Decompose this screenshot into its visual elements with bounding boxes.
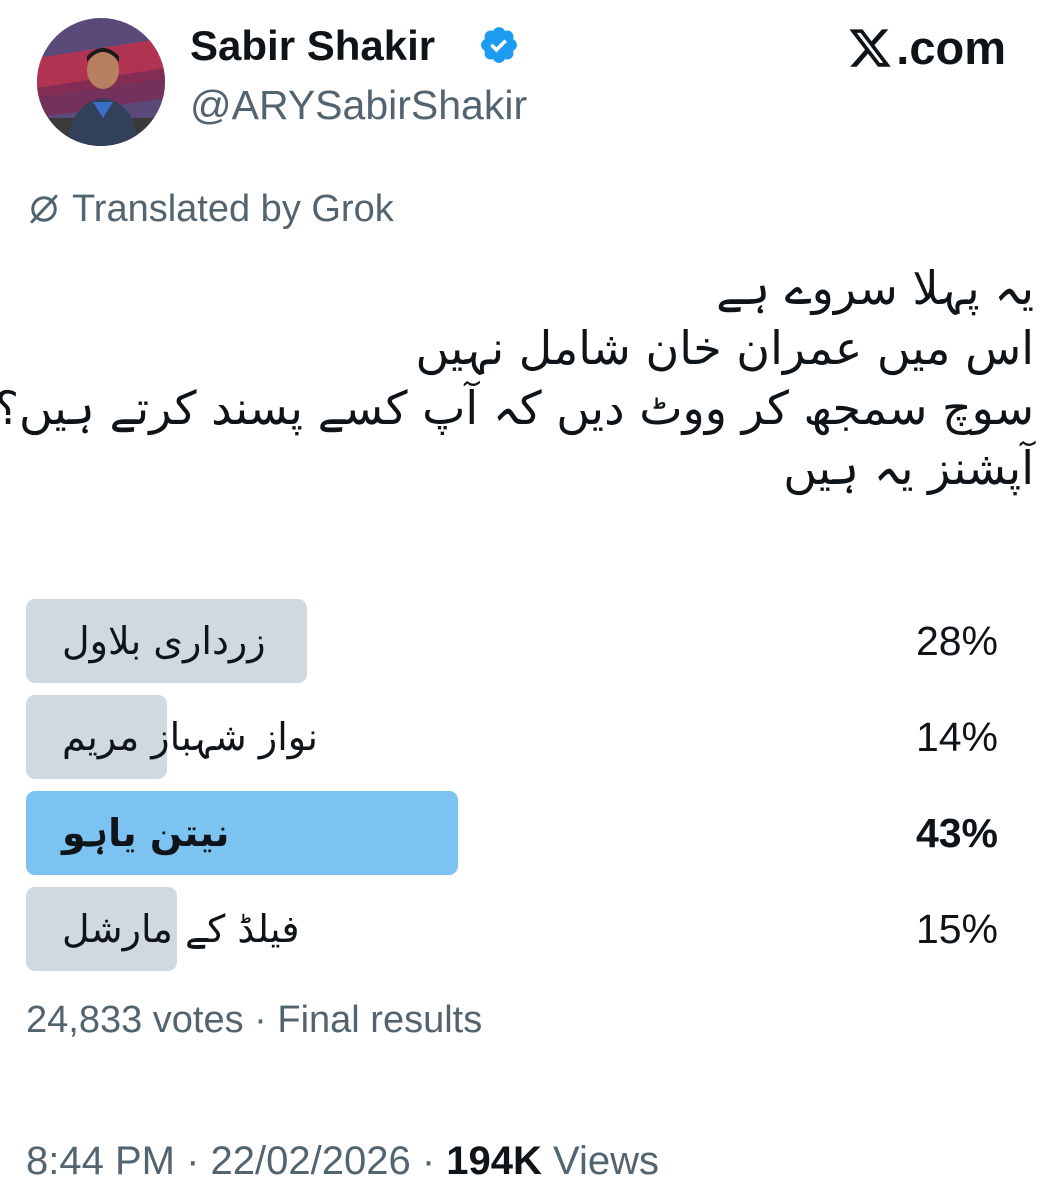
poll-option-label: زرداری بلاول — [62, 619, 266, 663]
grok-icon — [30, 194, 58, 224]
tweet-line: آپشنز یہ ہیں — [783, 441, 1034, 495]
display-name[interactable]: Sabir Shakir — [190, 18, 435, 74]
poll-option-label: نواز شہباز مریم — [62, 715, 318, 759]
poll-option: نیتن یاہو 43% — [26, 791, 998, 875]
site-brand: .com — [846, 18, 1006, 78]
tweet-line: اس میں عمران خان شامل نہیں — [415, 321, 1034, 375]
verified-badge-icon — [481, 27, 517, 63]
poll-option-percent: 28% — [915, 618, 998, 664]
views-label: Views — [541, 1139, 659, 1183]
x-logo-icon — [849, 29, 892, 67]
poll-option-label: فیلڈ کے مارشل — [62, 907, 300, 951]
poll-option-percent: 43% — [915, 810, 998, 856]
tweet-line: یہ پہلا سروے ہے — [716, 261, 1034, 315]
poll-option-label: نیتن یاہو — [62, 811, 230, 855]
site-label: .com — [896, 21, 1006, 74]
poll-footer: 24,833 votes · Final results — [26, 999, 483, 1041]
views-count: 194K — [446, 1139, 542, 1183]
poll-option: فیلڈ کے مارشل 15% — [26, 887, 998, 971]
translation-label: Translated by Grok — [72, 188, 394, 230]
translation-notice[interactable]: Translated by Grok — [26, 186, 394, 232]
poll-option: نواز شہباز مریم 14% — [26, 695, 998, 779]
poll-option-percent: 14% — [915, 714, 998, 760]
tweet-meta: 8:44 PM · 22/02/2026 · 194K Views — [26, 1136, 659, 1186]
avatar-image — [37, 18, 165, 146]
timestamp[interactable]: 8:44 PM · 22/02/2026 · — [26, 1139, 446, 1183]
avatar[interactable] — [37, 18, 165, 146]
poll-option-percent: 15% — [915, 906, 998, 952]
tweet-text: یہ پہلا سروے ہے اس میں عمران خان شامل نہ… — [0, 258, 1034, 498]
user-handle[interactable]: @ARYSabirShakir — [190, 78, 527, 132]
poll-option: زرداری بلاول 28% — [26, 599, 998, 683]
tweet-line: سوچ سمجھ کر ووٹ دیں کہ آپ کسے پسند کرتے … — [0, 381, 1034, 435]
